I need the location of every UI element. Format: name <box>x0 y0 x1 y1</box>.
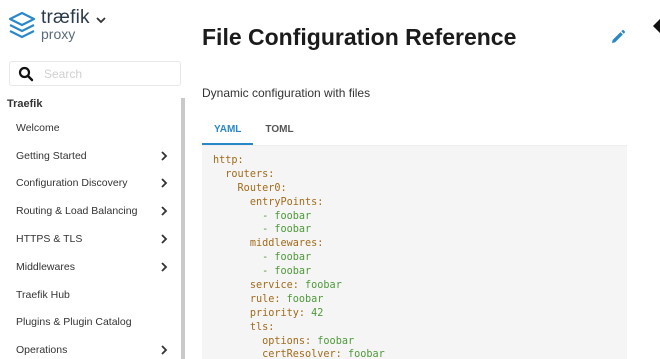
sidebar-item-label: Plugins & Plugin Catalog <box>16 316 132 329</box>
chevron-down-icon[interactable] <box>95 14 107 26</box>
code-line: rule: foobar <box>213 293 627 307</box>
code-key: rule: <box>249 293 281 305</box>
tab-yaml[interactable]: YAML <box>202 116 254 145</box>
page-subtitle: Dynamic configuration with files <box>202 86 371 100</box>
code-value: foobar <box>311 335 355 347</box>
code-line: http: <box>213 154 627 168</box>
sidebar-item-welcome[interactable]: Welcome <box>0 114 178 142</box>
sidebar-section-title: Traefik <box>7 98 43 110</box>
chevron-right-icon[interactable] <box>160 206 168 216</box>
page-title: File Configuration Reference <box>202 24 517 50</box>
code-value: - foobar <box>262 252 312 264</box>
sidebar-item-label: Welcome <box>16 121 60 134</box>
sidebar-item-label: Routing & Load Balancing <box>16 205 138 218</box>
code-line: entryPoints: <box>213 196 627 210</box>
sidebar-item-label: Configuration Discovery <box>16 177 128 190</box>
traefik-logo-icon <box>8 11 36 39</box>
search-box[interactable] <box>9 61 181 86</box>
brand-name: træfik <box>41 7 90 28</box>
brand-logo[interactable]: træfik proxy <box>7 8 107 41</box>
code-line: - foobar <box>213 265 627 279</box>
code-value: foobar <box>280 293 324 305</box>
code-value: foobar <box>298 280 342 292</box>
sidebar-item-configuration-discovery[interactable]: Configuration Discovery <box>0 170 178 198</box>
code-value: foobar <box>341 349 385 359</box>
code-key: certResolver: <box>262 349 342 359</box>
chevron-right-icon[interactable] <box>160 178 168 189</box>
code-key: entryPoints: <box>249 196 324 208</box>
pencil-icon[interactable] <box>610 29 626 45</box>
code-key: http: <box>213 155 244 166</box>
tab-toml[interactable]: TOML <box>253 116 305 145</box>
sidebar-item-label: Operations <box>16 344 68 357</box>
sidebar: træfik proxy Traefik Welcome Getting Star… <box>0 0 186 359</box>
sidebar-item-routing-load-balancing[interactable]: Routing & Load Balancing <box>0 197 178 225</box>
code-key: options: <box>262 335 312 347</box>
code-line: Router0: <box>213 182 627 196</box>
code-key: tls: <box>249 321 275 333</box>
code-value: - foobar <box>262 210 312 222</box>
code-value: 42 <box>305 307 324 319</box>
chevron-right-icon[interactable] <box>160 262 168 272</box>
code-value: - foobar <box>262 266 312 278</box>
code-key: middlewares: <box>249 238 324 250</box>
code-line: - foobar <box>213 251 627 265</box>
code-key: routers: <box>225 168 275 180</box>
code-key: service: <box>249 280 299 292</box>
code-block: http: routers: Router0: entryPoints: - f… <box>202 146 627 359</box>
sidebar-nav: Welcome Getting Started Configuration Disc… <box>0 114 178 359</box>
sidebar-item-label: HTTPS & TLS <box>16 233 83 246</box>
sidebar-item-operations[interactable]: Operations <box>0 336 178 359</box>
search-icon <box>18 66 34 81</box>
partial-edge-icon <box>653 19 660 33</box>
sidebar-scrollbar-thumb[interactable] <box>181 98 185 359</box>
chevron-right-icon[interactable] <box>160 234 168 244</box>
sidebar-item-label: Getting Started <box>16 149 87 162</box>
chevron-right-icon[interactable] <box>160 345 168 355</box>
sidebar-item-plugins-plugin-catalog[interactable]: Plugins & Plugin Catalog <box>0 309 178 337</box>
code-line: tls: <box>213 321 627 335</box>
code-line: - foobar <box>213 223 627 237</box>
code-line: middlewares: <box>213 237 627 251</box>
code-line: certResolver: foobar <box>213 348 627 359</box>
code-key: priority: <box>249 307 306 319</box>
chevron-right-icon[interactable] <box>160 151 168 161</box>
brand-sub: proxy <box>41 26 76 42</box>
sidebar-item-middlewares[interactable]: Middlewares <box>0 253 178 281</box>
sidebar-item-label: Middlewares <box>16 260 75 273</box>
main-content: File Configuration Reference Dynamic con… <box>186 0 660 359</box>
search-input[interactable] <box>44 66 164 81</box>
code-line: routers: <box>213 168 627 182</box>
sidebar-item-traefik-hub[interactable]: Traefik Hub <box>0 281 178 309</box>
sidebar-item-https-tls[interactable]: HTTPS & TLS <box>0 225 178 253</box>
code-key: Router0: <box>237 182 287 194</box>
code-tabs: YAML TOML <box>202 116 306 146</box>
code-line: priority: 42 <box>213 307 627 321</box>
sidebar-item-label: Traefik Hub <box>16 288 70 301</box>
code-line: service: foobar <box>213 279 627 293</box>
sidebar-item-getting-started[interactable]: Getting Started <box>0 142 178 170</box>
code-line: - foobar <box>213 210 627 224</box>
code-value: - foobar <box>262 224 312 236</box>
code-line: options: foobar <box>213 335 627 349</box>
